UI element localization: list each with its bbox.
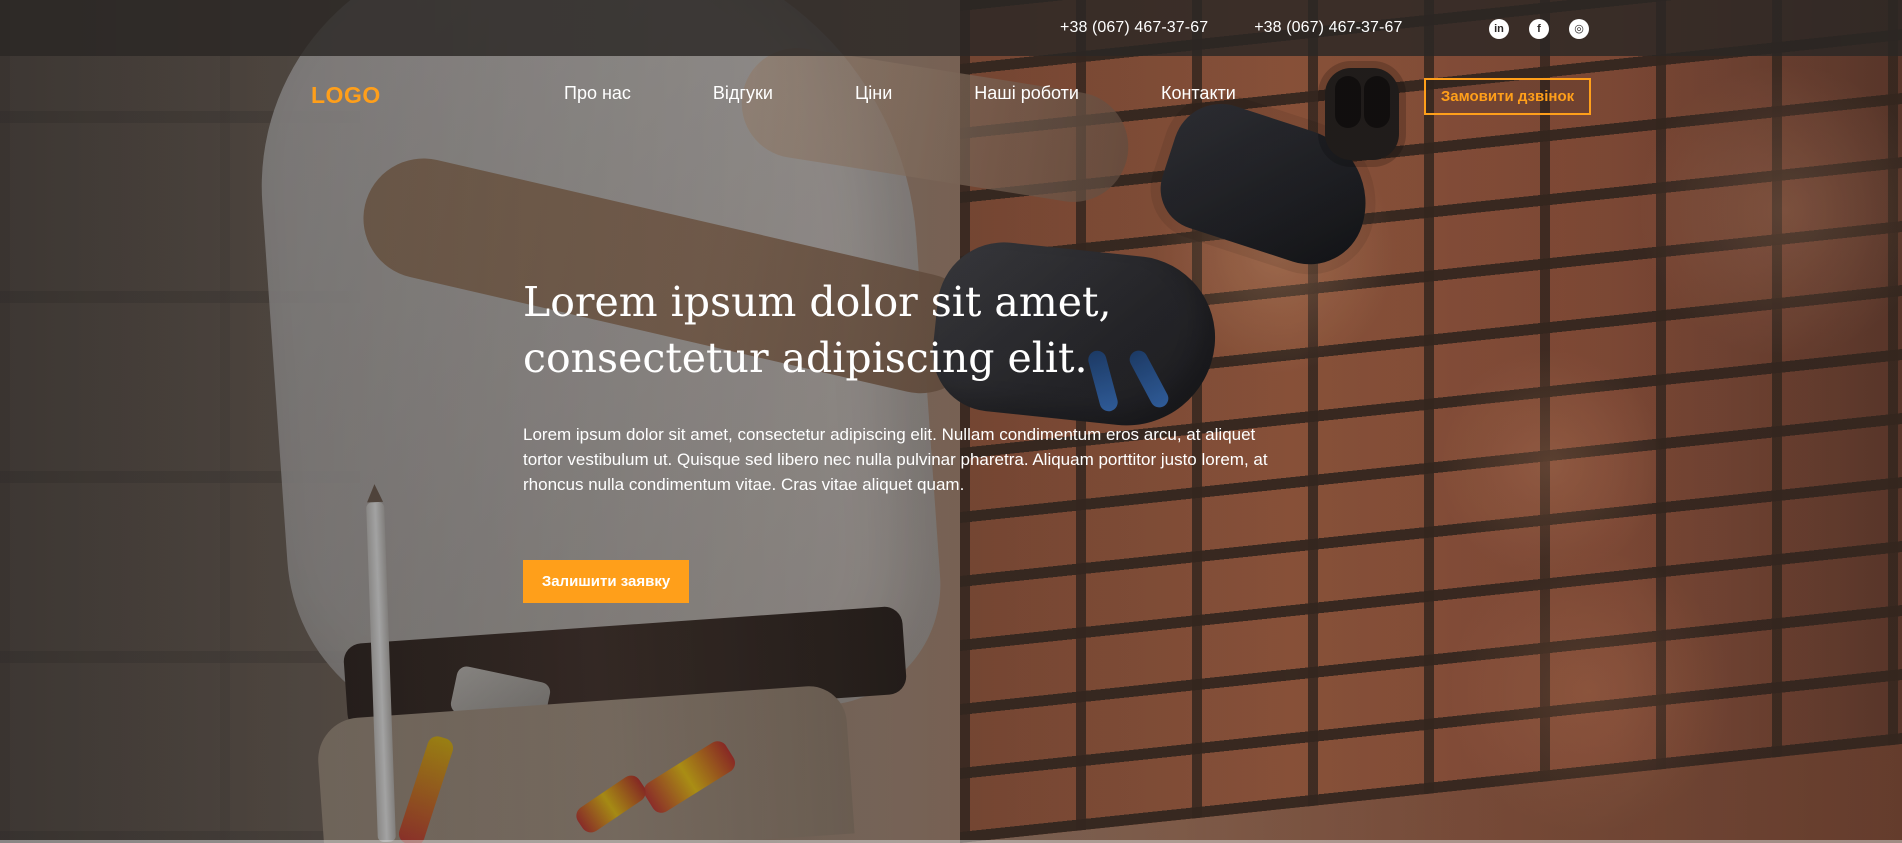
linkedin-icon[interactable]: in	[1489, 19, 1509, 39]
hero-content: Lorem ipsum dolor sit amet, consectetur …	[523, 274, 1313, 603]
nav-prices[interactable]: Ціни	[855, 82, 892, 104]
social-links: in f ◎	[1489, 19, 1589, 39]
nav-reviews[interactable]: Відгуки	[713, 82, 773, 104]
landing-page: +38 (067) 467-37-67 +38 (067) 467-37-67 …	[0, 0, 1902, 843]
phone-number-secondary[interactable]: +38 (067) 467-37-67	[1254, 18, 1402, 38]
phone-list: +38 (067) 467-37-67 +38 (067) 467-37-67	[1060, 18, 1402, 38]
nav-portfolio[interactable]: Наші роботи	[974, 82, 1079, 104]
instagram-icon[interactable]: ◎	[1569, 19, 1589, 39]
leave-request-button[interactable]: Залишити заявку	[523, 560, 689, 603]
nav-about[interactable]: Про нас	[564, 82, 631, 104]
hero-description: Lorem ipsum dolor sit amet, consectetur …	[523, 425, 1268, 494]
phone-number-primary[interactable]: +38 (067) 467-37-67	[1060, 18, 1208, 38]
facebook-icon[interactable]: f	[1529, 19, 1549, 39]
order-call-button[interactable]: Замовити дзвінок	[1424, 78, 1591, 115]
nav-contacts[interactable]: Контакти	[1161, 82, 1236, 104]
topbar: +38 (067) 467-37-67 +38 (067) 467-37-67 …	[0, 0, 1902, 56]
site-logo[interactable]: LOGO	[311, 82, 381, 108]
hero-title: Lorem ipsum dolor sit amet, consectetur …	[523, 278, 1112, 382]
main-navigation: Про нас Відгуки Ціни Наші роботи Контакт…	[564, 82, 1236, 104]
